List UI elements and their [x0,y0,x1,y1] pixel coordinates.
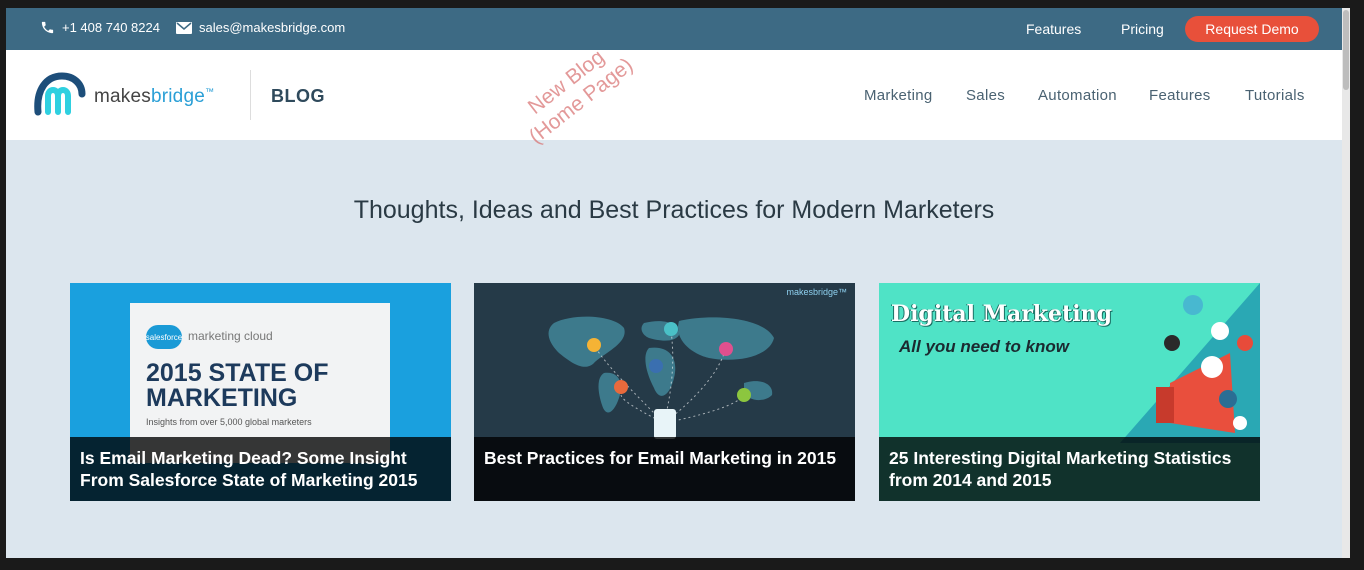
page-scrollbar[interactable] [1342,8,1350,558]
header-divider [250,70,251,120]
nav-automation[interactable]: Automation [1038,87,1117,104]
request-demo-button[interactable]: Request Demo [1185,16,1319,42]
phone-icon [40,20,55,35]
nav-tutorials[interactable]: Tutorials [1245,87,1305,104]
card-2-title[interactable]: Best Practices for Email Marketing in 20… [474,437,855,501]
browser-viewport: +1 408 740 8224 sales@makesbridge.com Fe… [6,8,1350,558]
blog-card-3[interactable]: Digital Marketing All you need to know 2… [879,283,1260,501]
nav-sales[interactable]: Sales [966,87,1005,104]
scrollbar-thumb[interactable] [1343,10,1349,90]
email-contact[interactable]: sales@makesbridge.com [176,20,345,35]
blog-card-1[interactable]: salesforce marketing cloud 2015 STATE OF… [70,283,451,501]
digital-marketing-subheading: All you need to know [899,337,1070,356]
nav-features[interactable]: Features [1149,87,1211,104]
email-icon [176,21,192,34]
megaphone-icon [1120,283,1260,443]
page-tagline: Thoughts, Ideas and Best Practices for M… [353,196,995,224]
top-bar: +1 408 740 8224 sales@makesbridge.com Fe… [6,8,1342,50]
marketing-cloud-label: marketing cloud [188,329,273,343]
blog-card-2[interactable]: makesbridge™ Best Practices for Email Ma… [474,283,855,501]
top-link-pricing[interactable]: Pricing [1121,21,1164,37]
logo-mark-icon [34,72,86,121]
report-title: 2015 STATE OF MARKETING [146,359,329,412]
phone-number: +1 408 740 8224 [62,20,160,35]
card-1-title[interactable]: Is Email Marketing Dead? Some Insight Fr… [70,437,451,501]
top-link-features[interactable]: Features [1026,21,1081,37]
world-map-icon [548,316,774,439]
makesbridge-logo[interactable]: makesbridge™ [34,72,214,121]
nav-marketing[interactable]: Marketing [864,87,933,104]
email-address: sales@makesbridge.com [199,20,346,35]
report-subtitle: Insights from over 5,000 global marketer… [146,417,312,427]
phone-contact[interactable]: +1 408 740 8224 [40,20,160,35]
logo-text: makesbridge™ [94,85,215,107]
card-3-title[interactable]: 25 Interesting Digital Marketing Statist… [879,437,1260,501]
salesforce-badge: salesforce [146,325,182,349]
blog-label[interactable]: BLOG [271,86,325,107]
site-header: makesbridge™ BLOG Marketing Sales Automa… [6,50,1342,140]
